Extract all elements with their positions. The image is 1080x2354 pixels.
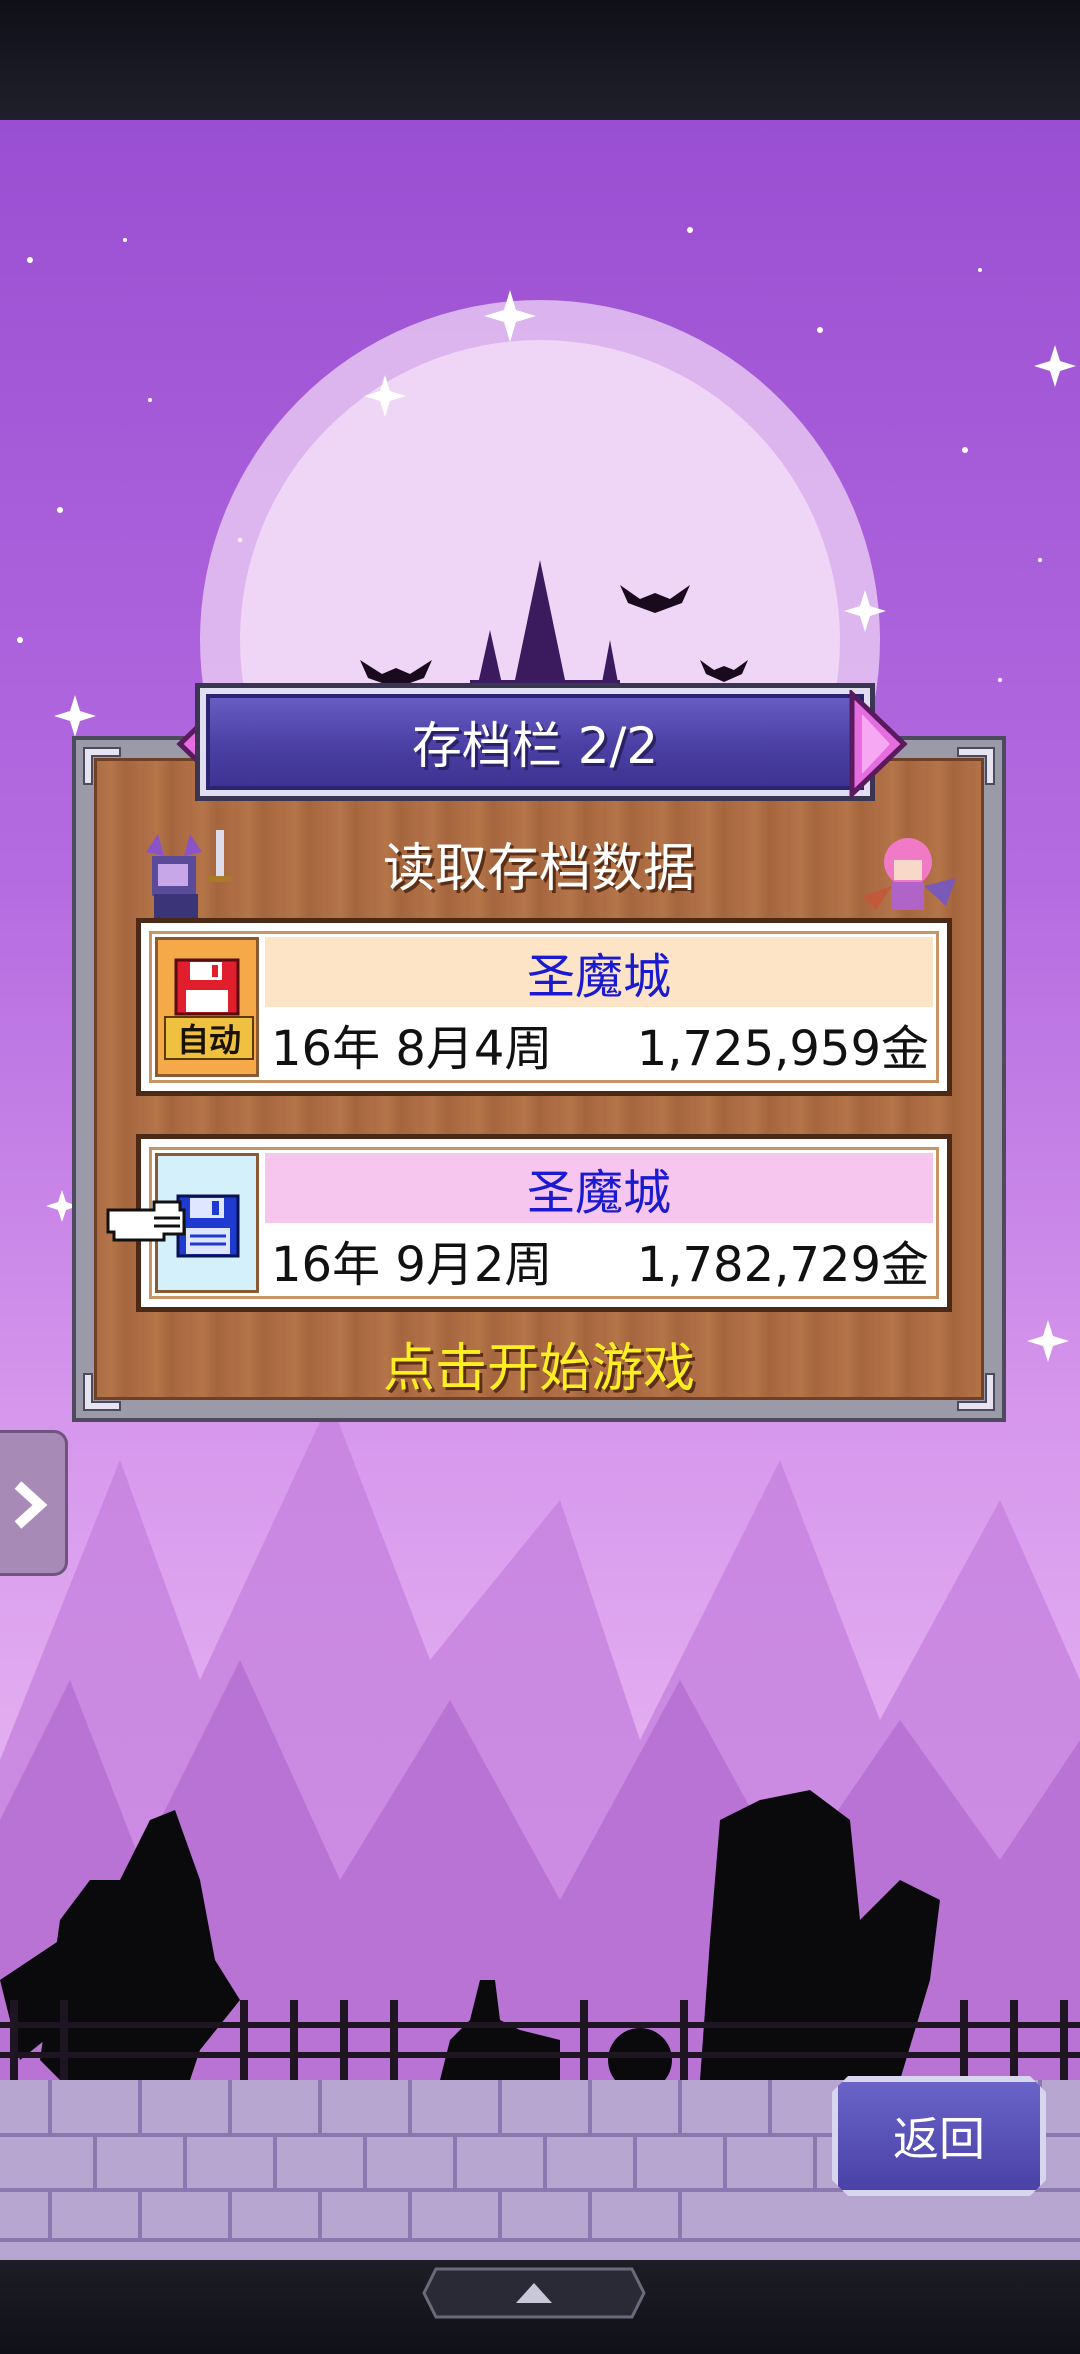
- slot-gold: 1,782,729金: [636, 1237, 929, 1293]
- slot-save-name: 圣魔城: [265, 937, 933, 1007]
- auto-save-badge: 自动: [164, 1016, 254, 1060]
- back-button[interactable]: 返回: [832, 2076, 1046, 2196]
- slot-date: 16年 8月4周: [271, 1021, 553, 1077]
- slot-info-row: 16年 8月4周 1,725,959金: [265, 1011, 933, 1077]
- save-slot-1[interactable]: 自动 圣魔城 16年 8月4周 1,725,959金: [136, 918, 952, 1096]
- next-page-arrow-icon[interactable]: [848, 690, 908, 798]
- slot-info-row: 16年 9月2周 1,782,729金: [265, 1227, 933, 1293]
- save-slot-icon-box: 自动: [155, 937, 259, 1077]
- dialog-subtitle: 读取存档数据: [382, 839, 695, 899]
- corner-ornament-icon: [957, 747, 995, 785]
- slot-save-name: 圣魔城: [265, 1153, 933, 1223]
- status-bar: [0, 0, 1080, 120]
- pointing-hand-cursor-icon: [106, 1200, 186, 1242]
- page-title: 存档栏 2/2: [200, 688, 870, 796]
- nav-expand-handle[interactable]: [420, 2265, 648, 2321]
- save-slot-2[interactable]: 圣魔城 16年 9月2周 1,782,729金: [136, 1134, 952, 1312]
- start-game-prompt[interactable]: 点击开始游戏: [72, 1326, 1006, 1401]
- slot-date: 16年 9月2周: [271, 1237, 553, 1293]
- side-menu-tab[interactable]: [0, 1430, 68, 1576]
- chevron-right-icon: [14, 1481, 48, 1529]
- slot-gold: 1,725,959金: [636, 1021, 929, 1077]
- floppy-disk-red-icon: [174, 958, 240, 1016]
- corner-ornament-icon: [83, 747, 121, 785]
